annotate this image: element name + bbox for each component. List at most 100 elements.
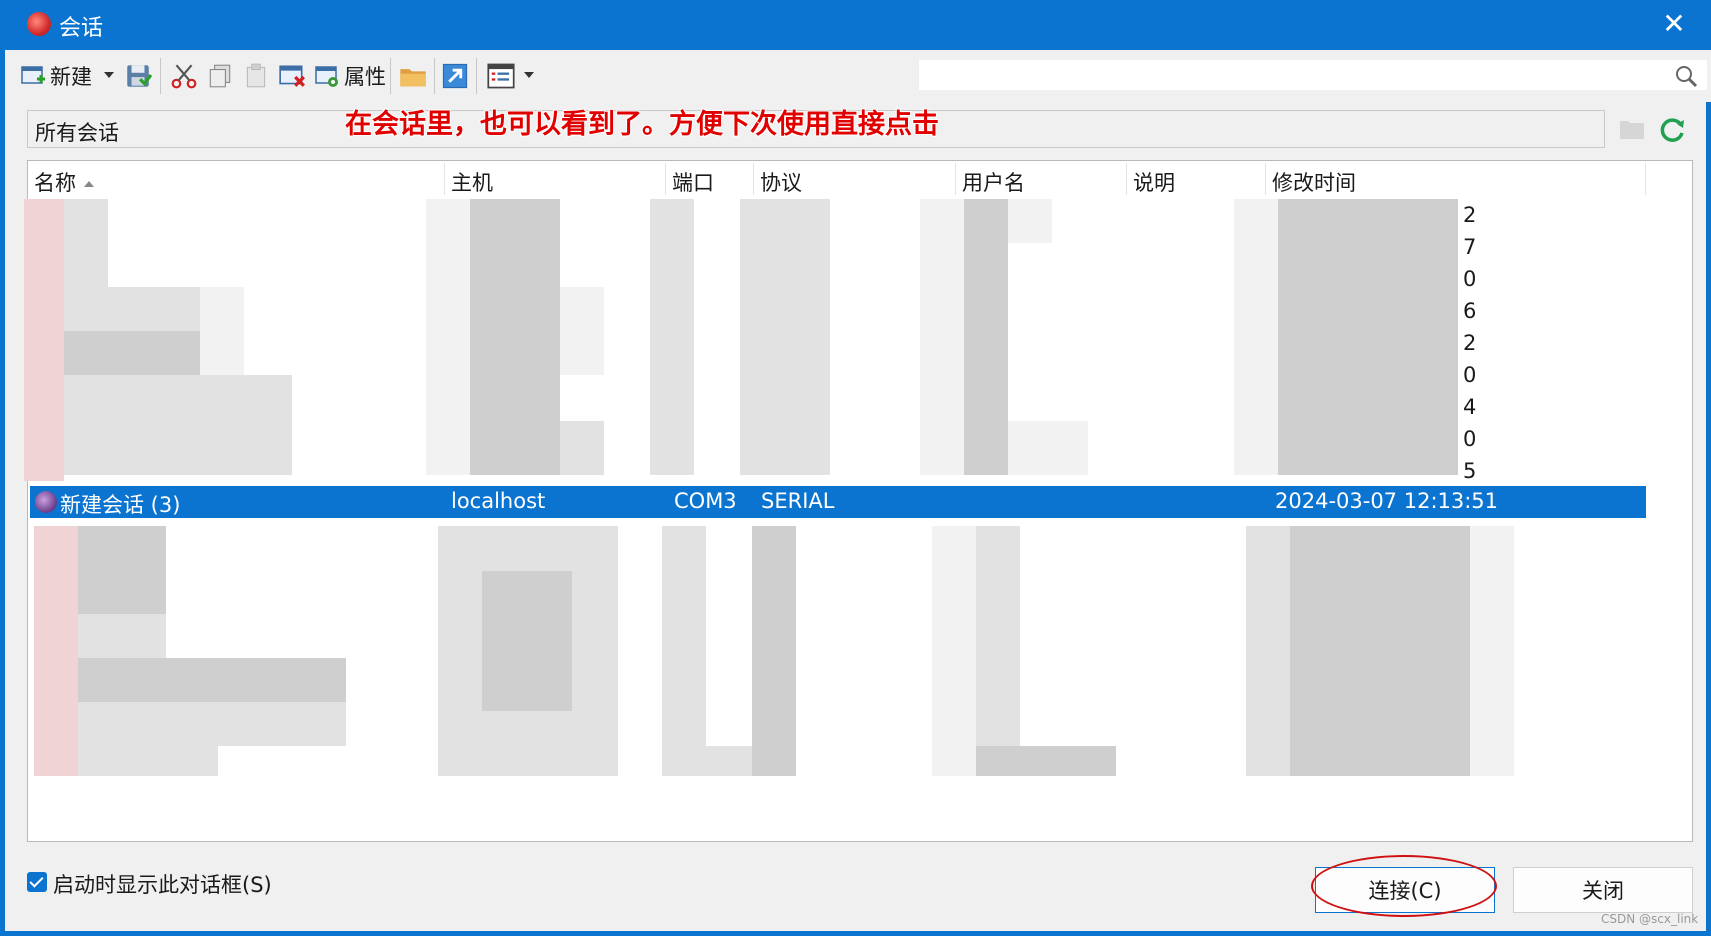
obscured-region (482, 571, 572, 711)
obscured-region (34, 526, 78, 776)
obscured-region (740, 199, 830, 475)
table-row-selected[interactable]: 新建会话 (3) localhost COM3 SERIAL 2024-03-0… (30, 486, 1646, 518)
cell-fragment: 2 (1463, 331, 1477, 355)
search-input[interactable] (918, 59, 1708, 91)
save-icon[interactable] (124, 60, 152, 92)
title-bar: 会话 ✕ (5, 0, 1711, 50)
close-button[interactable]: 关闭 (1513, 867, 1693, 913)
column-header-description[interactable]: 说明 (1133, 167, 1175, 195)
toolbar: 新建 属性 (10, 50, 1711, 102)
new-session-button[interactable]: 新建 (20, 60, 92, 92)
obscured-region (78, 526, 166, 614)
obscured-region (64, 331, 200, 375)
list-header: 名称 主机 端口 协议 用户名 说明 修改时间 (28, 161, 1646, 197)
folder-icon[interactable] (398, 60, 428, 92)
column-header-port[interactable]: 端口 (672, 167, 714, 195)
column-divider[interactable] (1645, 163, 1646, 195)
toolbar-separator (476, 58, 477, 94)
properties-icon (315, 66, 338, 87)
copy-icon[interactable] (206, 60, 234, 92)
cell-host: localhost (451, 489, 546, 513)
search-icon[interactable] (1673, 63, 1699, 89)
new-dropdown-arrow-icon[interactable] (102, 70, 116, 80)
properties-button[interactable]: 属性 (314, 60, 386, 92)
delete-icon[interactable] (278, 60, 306, 92)
session-dialog: 会话 ✕ 新建 属性 所有会话 在会话里，也可以看到了。方便下次使用直接点击 名… (0, 0, 1711, 936)
obscured-region (426, 199, 470, 475)
session-list: 名称 主机 端口 协议 用户名 说明 修改时间 2 7 0 6 2 0 4 0 … (24, 160, 1693, 842)
cell-fragment: 5 (1463, 459, 1477, 483)
cell-fragment: 0 (1463, 427, 1477, 451)
show-on-startup-checkbox[interactable] (27, 872, 47, 892)
show-on-startup-label: 启动时显示此对话框(S) (53, 873, 272, 897)
cell-fragment: 0 (1463, 267, 1477, 291)
properties-label: 属性 (344, 65, 386, 89)
column-header-username[interactable]: 用户名 (962, 167, 1025, 195)
folder-disabled-icon (1620, 121, 1644, 139)
cut-icon[interactable] (170, 60, 198, 92)
column-divider[interactable] (955, 163, 956, 195)
new-session-icon (21, 66, 45, 84)
obscured-region (78, 658, 346, 702)
refresh-icon[interactable] (1657, 114, 1687, 144)
obscured-region (200, 287, 244, 375)
obscured-region (470, 199, 560, 475)
obscured-region (78, 746, 218, 776)
view-dropdown-arrow-icon[interactable] (522, 70, 536, 80)
obscured-region (1246, 526, 1290, 776)
paste-icon[interactable] (242, 60, 270, 92)
column-header-name[interactable]: 名称 (34, 167, 94, 195)
view-icon[interactable] (486, 60, 516, 92)
annotation-circle (1311, 855, 1497, 917)
visible-digit-column: 2 7 0 6 2 0 4 0 5 (1463, 199, 1493, 487)
obscured-region (64, 375, 292, 475)
cell-fragment: 0 (1463, 363, 1477, 387)
column-divider[interactable] (1265, 163, 1266, 195)
obscured-region (706, 746, 752, 776)
column-divider[interactable] (665, 163, 666, 195)
obscured-region (752, 526, 796, 776)
cell-name: 新建会话 (3) (60, 493, 181, 517)
cell-fragment: 6 (1463, 299, 1477, 323)
cell-protocol: SERIAL (761, 489, 835, 513)
app-logo-icon (27, 12, 51, 36)
obscured-region (64, 287, 200, 331)
obscured-region (650, 199, 694, 475)
watermark: CSDN @scx_link (1601, 912, 1699, 926)
obscured-region (1470, 526, 1514, 776)
cell-fragment: 4 (1463, 395, 1477, 419)
serial-session-icon (35, 491, 57, 513)
column-header-protocol[interactable]: 协议 (760, 167, 802, 195)
toolbar-separator (434, 58, 435, 94)
obscured-region (560, 287, 604, 375)
column-divider[interactable] (1126, 163, 1127, 195)
obscured-region (1278, 199, 1458, 475)
cell-fragment: 2 (1463, 203, 1477, 227)
new-session-label: 新建 (50, 65, 92, 89)
obscured-region (64, 199, 108, 287)
obscured-region (1008, 421, 1088, 475)
obscured-region (964, 199, 1008, 475)
shortcut-icon[interactable] (440, 60, 470, 92)
obscured-region (78, 702, 346, 746)
toolbar-separator (160, 58, 161, 94)
cell-port: COM3 (674, 489, 737, 513)
annotation-text: 在会话里，也可以看到了。方便下次使用直接点击 (345, 109, 939, 140)
sort-ascending-icon (84, 181, 94, 187)
cell-fragment: 7 (1463, 235, 1477, 259)
obscured-region (932, 526, 976, 776)
window-title: 会话 (59, 16, 104, 41)
obscured-region (1008, 199, 1052, 243)
column-divider[interactable] (753, 163, 754, 195)
close-window-button[interactable]: ✕ (1658, 8, 1690, 40)
obscured-region (976, 526, 1020, 746)
obscured-region (78, 614, 166, 658)
obscured-region (24, 199, 64, 481)
column-divider[interactable] (444, 163, 445, 195)
filter-label: 所有会话 (35, 121, 119, 145)
obscured-region (1234, 199, 1278, 475)
column-header-host[interactable]: 主机 (451, 167, 493, 195)
column-header-modified[interactable]: 修改时间 (1272, 167, 1356, 195)
obscured-region (920, 199, 964, 475)
obscured-region (662, 526, 706, 776)
